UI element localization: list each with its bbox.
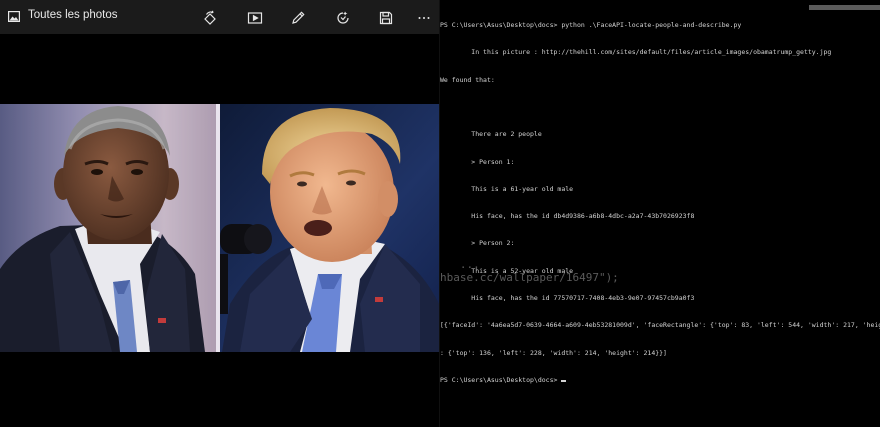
more-icon xyxy=(418,17,430,19)
redacted-argument xyxy=(809,5,880,10)
terminal-line: We found that: xyxy=(440,75,495,84)
enhance-icon xyxy=(337,11,349,24)
terminal-prompt: PS C:\Users\Asus\Desktop\docs> xyxy=(440,375,562,384)
terminal-output: PS C:\Users\Asus\Desktop\docs> python .\… xyxy=(440,3,880,403)
ghost-text: ... hbase.cc/wallpaper/16497"); xyxy=(440,258,619,284)
powershell-terminal[interactable]: PS C:\Users\Asus\Desktop\docs> python .\… xyxy=(440,0,880,427)
terminal-prompt-line[interactable]: PS C:\Users\Asus\Desktop\docs> xyxy=(440,376,880,385)
terminal-line: There are 2 people xyxy=(440,130,542,139)
text-cursor xyxy=(561,379,567,382)
terminal-line: : {'top': 136, 'left': 228, 'width': 214… xyxy=(440,348,667,357)
photos-toolbar: Toutes les photos xyxy=(0,0,439,34)
terminal-line: > Person 1: xyxy=(440,157,515,166)
terminal-line: His face, has the id db4d9386-a6b8-4dbc-… xyxy=(440,212,695,221)
photo-viewer[interactable] xyxy=(0,104,439,352)
enhance-button[interactable] xyxy=(331,6,355,30)
photos-app-icon xyxy=(8,11,20,22)
photo-image xyxy=(0,104,439,352)
ghost-line: hbase.cc/wallpaper/16497"); xyxy=(440,271,619,284)
rotate-icon xyxy=(204,10,216,25)
terminal-line: > Person 2: xyxy=(440,239,515,248)
terminal-line: This is a 61-year old male xyxy=(440,184,574,193)
rotate-button[interactable] xyxy=(198,6,222,30)
app-title: Toutes les photos xyxy=(28,9,118,21)
save-icon xyxy=(379,11,393,25)
ghost-line: ... xyxy=(440,258,480,271)
slideshow-icon xyxy=(247,12,263,24)
photos-app-window: Toutes les photos xyxy=(0,0,439,427)
save-button[interactable] xyxy=(374,6,398,30)
terminal-line: In this picture : http://thehill.com/sit… xyxy=(440,48,832,57)
edit-button[interactable] xyxy=(286,6,310,30)
terminal-line: His face, has the id 77570717-7408-4eb3-… xyxy=(440,294,695,302)
more-button[interactable] xyxy=(412,6,436,30)
terminal-line: PS C:\Users\Asus\Desktop\docs> python .\… xyxy=(440,21,742,30)
pencil-icon xyxy=(292,11,305,24)
slideshow-button[interactable] xyxy=(243,6,267,30)
terminal-line: [{'faceId': '4a6ea5d7-0639-4664-a609-4eb… xyxy=(440,321,880,330)
